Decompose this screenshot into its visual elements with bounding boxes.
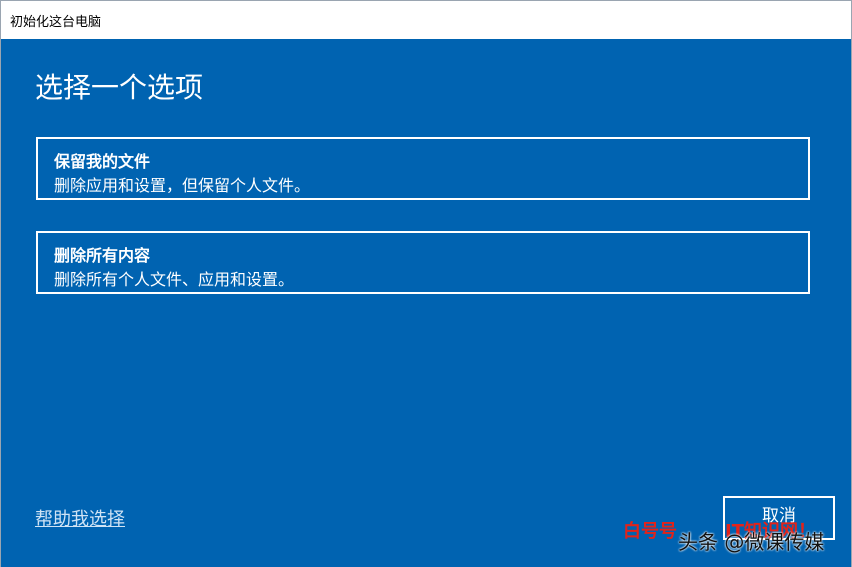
reset-pc-window: 初始化这台电脑 选择一个选项 保留我的文件 删除应用和设置，但保留个人文件。 删… [0,0,852,567]
option-title: 删除所有内容 [54,246,151,265]
remove-everything-option[interactable]: 删除所有内容 删除所有个人文件、应用和设置。 [36,231,810,294]
page-title: 选择一个选项 [35,71,204,104]
help-me-choose-link[interactable]: 帮助我选择 [35,505,125,531]
watermark-logo-text: 白号号 IT知识网！ [623,517,816,543]
option-description: 删除应用和设置，但保留个人文件。 [54,176,311,195]
window-title: 初始化这台电脑 [10,15,102,30]
watermark-credit: 头条 @微课传媒 [678,530,825,554]
keep-my-files-option[interactable]: 保留我的文件 删除应用和设置，但保留个人文件。 [36,137,810,200]
dialog-content: 选择一个选项 保留我的文件 删除应用和设置，但保留个人文件。 删除所有内容 删除… [1,39,851,567]
watermark-left: 白号号 [623,521,677,542]
option-title: 保留我的文件 [54,152,151,171]
option-description: 删除所有个人文件、应用和设置。 [54,270,295,289]
title-bar: 初始化这台电脑 [1,1,851,39]
